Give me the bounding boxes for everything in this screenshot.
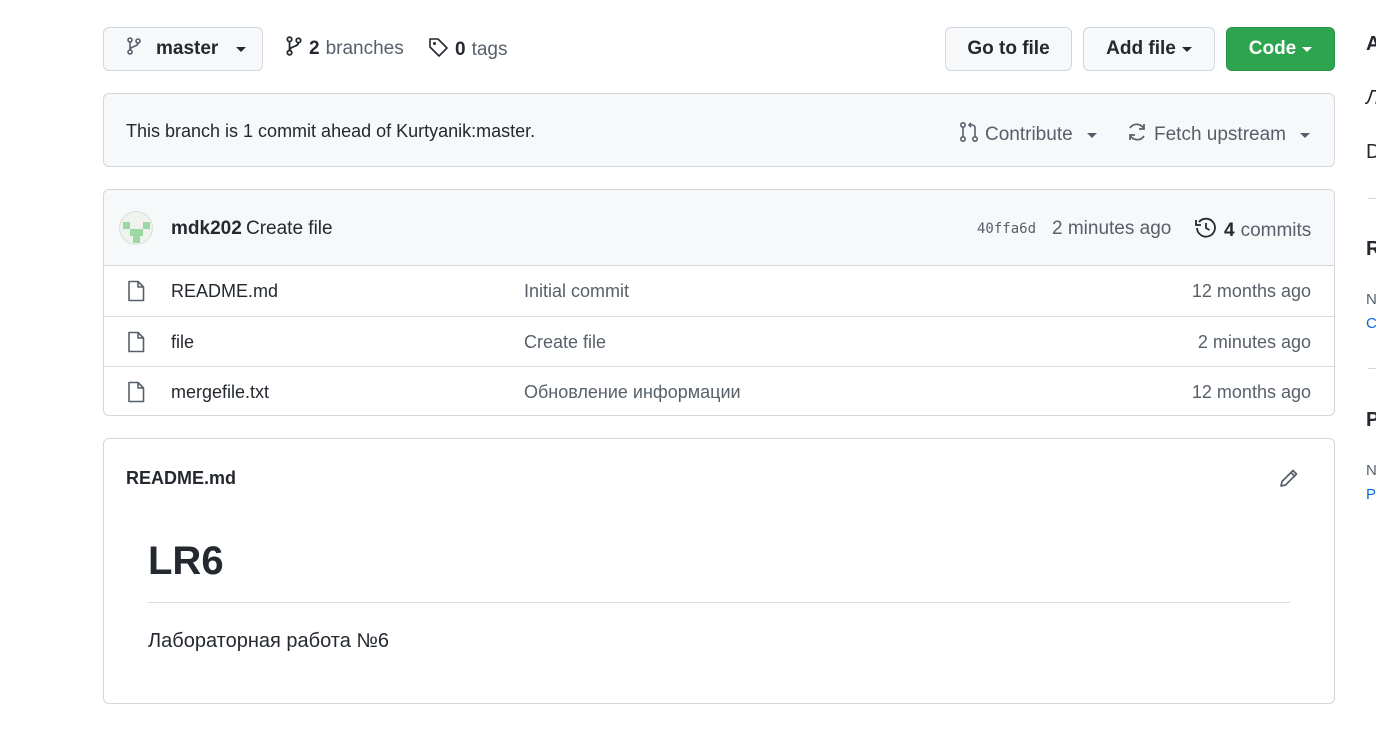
sidebar-releases-note: N (1366, 291, 1376, 308)
file-name[interactable]: file (171, 332, 194, 353)
file-commit-message[interactable]: Initial commit (524, 281, 629, 302)
contribute-button[interactable]: Contribute (959, 121, 1097, 149)
sync-icon (1126, 121, 1148, 149)
sidebar-divider (1368, 368, 1376, 369)
table-row[interactable]: file Create file 2 minutes ago (104, 316, 1334, 366)
readme-heading: LR6 (148, 539, 224, 583)
file-commit-message[interactable]: Обновление информации (524, 382, 741, 403)
readme-paragraph: Лабораторная работа №6 (148, 630, 389, 652)
table-row[interactable]: README.md Initial commit 12 months ago (104, 266, 1334, 316)
file-icon (127, 280, 145, 307)
add-file-label: Add file (1106, 38, 1176, 59)
file-commit-time: 2 minutes ago (1197, 332, 1311, 352)
fetch-upstream-label: Fetch upstream (1154, 124, 1286, 145)
pencil-icon[interactable] (1278, 467, 1300, 494)
file-commit-time: 12 months ago (1191, 281, 1311, 301)
add-file-button[interactable]: Add file (1083, 27, 1215, 71)
commit-sha[interactable]: 40ffa6d (977, 221, 1036, 237)
branches-link[interactable]: 2 branches (285, 36, 404, 62)
readme-filename[interactable]: README.md (126, 468, 236, 489)
go-to-file-label: Go to file (967, 38, 1050, 59)
commit-time: 2 minutes ago (1052, 218, 1172, 239)
sidebar-releases-link[interactable]: C (1366, 315, 1376, 332)
file-commit-message[interactable]: Create file (524, 332, 606, 353)
latest-commit-bar: mdk202 Create file 40ffa6d 2 minutes ago… (104, 190, 1334, 266)
git-pull-request-icon (959, 121, 979, 149)
chevron-down-icon (1302, 46, 1313, 52)
file-commit-time: 12 months ago (1191, 382, 1311, 402)
sidebar-readme-link[interactable]: D (1366, 141, 1376, 164)
chevron-down-icon (1300, 132, 1310, 138)
tags-link[interactable]: 0 tags (427, 36, 508, 64)
history-icon (1194, 216, 1218, 246)
code-button[interactable]: Code (1226, 27, 1335, 71)
go-to-file-button[interactable]: Go to file (945, 27, 1072, 71)
file-name[interactable]: mergefile.txt (171, 382, 269, 403)
branch-ahead-bar: This branch is 1 commit ahead of Kurtyan… (103, 93, 1335, 167)
git-branch-icon (126, 37, 142, 61)
commit-message[interactable]: Create file (246, 218, 333, 240)
table-row[interactable]: mergefile.txt Обновление информации 12 m… (104, 366, 1334, 415)
branches-count: 2 (309, 38, 320, 59)
branch-name: master (156, 38, 219, 59)
commit-author[interactable]: mdk202 (171, 218, 242, 240)
commits-link[interactable]: 4 commits (1194, 216, 1311, 246)
sidebar-divider (1368, 198, 1376, 199)
tags-label: tags (471, 39, 508, 60)
fetch-upstream-button[interactable]: Fetch upstream (1126, 121, 1310, 149)
sidebar-releases-heading: R (1366, 238, 1376, 260)
file-table: mdk202 Create file 40ffa6d 2 minutes ago… (103, 189, 1335, 416)
tags-count: 0 (455, 39, 466, 60)
branches-label: branches (325, 38, 404, 59)
ahead-message: This branch is 1 commit ahead of Kurtyan… (126, 121, 536, 141)
git-branch-icon (285, 36, 303, 62)
commits-count: 4 (1224, 220, 1235, 241)
code-label: Code (1248, 38, 1297, 59)
sidebar-packages-heading: P (1366, 409, 1376, 431)
file-name[interactable]: README.md (171, 281, 278, 302)
sidebar-packages-link[interactable]: P (1366, 486, 1376, 503)
chevron-down-icon (236, 46, 247, 52)
file-icon (127, 331, 145, 358)
chevron-down-icon (1086, 132, 1097, 138)
readme-divider (148, 602, 1290, 603)
tag-icon (427, 36, 449, 64)
branch-select-button[interactable]: master (103, 27, 263, 71)
commits-label: commits (1240, 220, 1312, 241)
chevron-down-icon (1181, 46, 1192, 52)
file-icon (127, 381, 145, 408)
avatar[interactable] (119, 211, 153, 245)
sidebar-description: Л (1366, 87, 1376, 110)
readme-panel: README.md LR6 Лабораторная работа №6 (103, 438, 1335, 704)
sidebar-packages-note: N (1366, 462, 1376, 479)
sidebar-about-heading: A (1366, 33, 1376, 55)
contribute-label: Contribute (985, 124, 1073, 145)
